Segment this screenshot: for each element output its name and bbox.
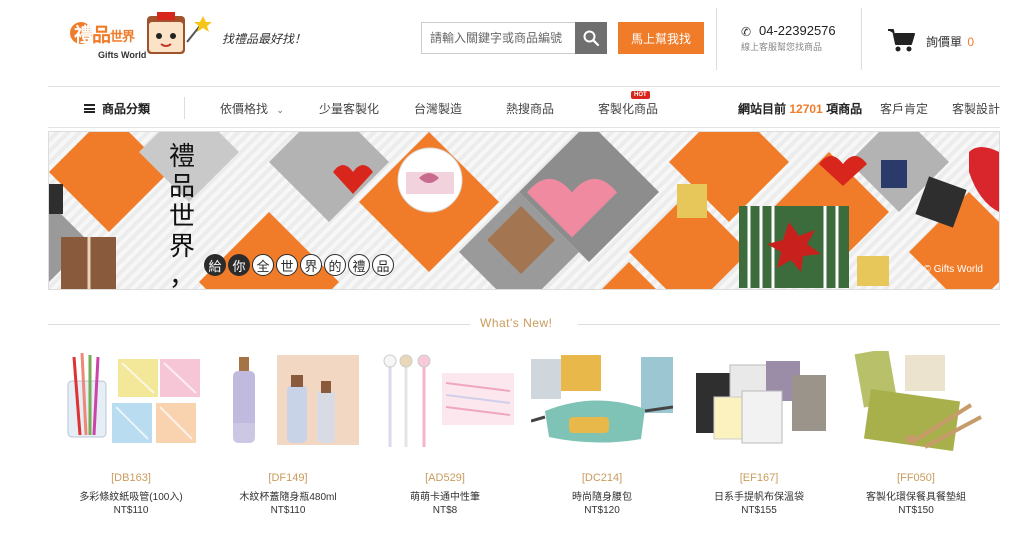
product-card[interactable]: [DF149] 木紋杯蓋隨身瓶480ml NT$110 — [213, 351, 363, 526]
nav-item-taiwan-made[interactable]: 台灣製造 — [414, 100, 462, 117]
nav-category-menu[interactable]: 商品分類 — [84, 100, 150, 117]
product-name[interactable]: 時尚隨身腰包 — [527, 488, 677, 503]
banner-subtitle-char: 禮 — [348, 254, 370, 276]
site-logo[interactable]: 禮品世界 Gifts World — [70, 14, 150, 66]
product-name[interactable]: 客製化環保餐具餐墊組 — [841, 488, 991, 503]
product-card[interactable]: [FF050] 客製化環保餐具餐墊組 NT$150 — [841, 351, 991, 526]
nav-item-hot-search[interactable]: 熱搜商品 — [506, 100, 554, 117]
nav-item-by-price[interactable]: 依價格找 ⌄ — [220, 100, 284, 117]
section-divider — [578, 324, 1000, 325]
banner-title-char: 禮 — [168, 142, 195, 172]
hero-banner[interactable]: 禮 品 世 界 ， 給 你 全 世 界 的 禮 品 © Gifts World — [48, 131, 1000, 290]
menu-icon — [84, 104, 95, 113]
banner-title: 禮 品 世 界 ， — [167, 142, 197, 290]
slogan: 找禮品最好找！ — [222, 32, 307, 46]
nav-item-testimonials[interactable]: 客戶肯定 — [880, 100, 928, 117]
banner-title-char: 世 — [168, 202, 195, 232]
product-code[interactable]: [DF149] — [213, 472, 363, 484]
product-code[interactable]: [FF050] — [841, 472, 991, 484]
banner-subtitle-char: 界 — [300, 254, 322, 276]
product-code[interactable]: [DB163] — [56, 472, 206, 484]
banner-subtitle: 給 你 全 世 界 的 禮 品 — [204, 254, 394, 276]
mascot-illustration — [147, 12, 212, 54]
banner-subtitle-char: 全 — [252, 254, 274, 276]
banner-copyright: © Gifts World — [923, 264, 983, 275]
count-prefix: 網站目前 — [738, 102, 787, 116]
product-image[interactable] — [845, 351, 987, 451]
nav-item-small-custom[interactable]: 少量客製化 — [319, 100, 379, 117]
banner-title-char: 品 — [168, 172, 195, 202]
banner-subtitle-char: 的 — [324, 254, 346, 276]
phone-number[interactable]: 04-22392576 — [759, 23, 836, 38]
product-code[interactable]: [EF167] — [684, 472, 834, 484]
banner-subtitle-char: 給 — [204, 254, 226, 276]
banner-subtitle-char: 世 — [276, 254, 298, 276]
banner-title-char: ， — [168, 262, 195, 290]
logo-text: 禮品世界 — [74, 24, 135, 46]
product-card[interactable]: [AD529] 萌萌卡通中性筆 NT$8 — [370, 351, 520, 526]
nav-item-label: 依價格找 — [220, 102, 269, 116]
header-divider — [716, 8, 717, 70]
product-carousel: [DB163] 多彩條紋紙吸管(100入) NT$110 [DF149] 木紋杯… — [56, 351, 992, 531]
product-card[interactable]: [DC214] 時尚隨身腰包 NT$120 — [527, 351, 677, 526]
phone-icon: ✆ — [741, 25, 752, 39]
product-image[interactable] — [374, 351, 516, 451]
whats-new-title: What's New! — [480, 316, 553, 330]
product-name[interactable]: 木紋杯蓋隨身瓶480ml — [213, 488, 363, 503]
count-number: 12701 — [789, 102, 823, 116]
cart-count: 0 — [967, 35, 975, 49]
main-nav: 商品分類 依價格找 ⌄ 少量客製化 台灣製造 熱搜商品 HOT 客製化商品 網站… — [48, 86, 1000, 128]
cart-icon[interactable] — [887, 27, 915, 53]
product-image[interactable] — [688, 351, 830, 451]
product-price: NT$120 — [584, 505, 620, 516]
product-card[interactable]: [DB163] 多彩條紋紙吸管(100入) NT$110 — [56, 351, 206, 526]
cart-label: 詢價單 — [926, 35, 963, 49]
product-name[interactable]: 多彩條紋紙吸管(100入) — [56, 488, 206, 503]
product-price: NT$150 — [898, 505, 934, 516]
product-price: NT$155 — [741, 505, 777, 516]
product-code[interactable]: [AD529] — [370, 472, 520, 484]
nav-item-customized[interactable]: 客製化商品 — [598, 100, 658, 117]
product-price: NT$110 — [270, 505, 306, 516]
nav-item-custom-design[interactable]: 客製設計 — [952, 100, 1000, 117]
product-image[interactable] — [531, 351, 673, 451]
phone-subtitle: 線上客服幫您找商品 — [741, 42, 823, 52]
hot-badge: HOT — [631, 91, 650, 99]
search-button[interactable] — [575, 22, 607, 54]
banner-subtitle-char: 你 — [228, 254, 250, 276]
product-image[interactable] — [217, 351, 359, 451]
product-name[interactable]: 萌萌卡通中性筆 — [370, 488, 520, 503]
header-divider — [861, 8, 862, 70]
product-image[interactable] — [60, 351, 202, 451]
header: 禮品世界 Gifts World 找禮品最好找！ 馬上幫我找 ✆ 04-2239… — [0, 0, 1024, 86]
logo-subtitle: Gifts World — [98, 50, 147, 60]
section-divider — [48, 324, 470, 325]
product-price: NT$110 — [113, 505, 149, 516]
chevron-down-icon: ⌄ — [276, 105, 284, 115]
count-suffix: 項商品 — [826, 102, 863, 116]
find-for-me-button[interactable]: 馬上幫我找 — [618, 22, 704, 54]
banner-title-char: 界 — [168, 232, 195, 262]
product-price: NT$8 — [432, 505, 458, 516]
search-icon — [583, 30, 599, 46]
nav-divider — [184, 97, 185, 119]
product-card[interactable]: [EF167] 日系手提帆布保溫袋 NT$155 — [684, 351, 834, 526]
product-code[interactable]: [DC214] — [527, 472, 677, 484]
nav-category-label: 商品分類 — [102, 102, 151, 116]
search-input[interactable] — [421, 22, 577, 54]
inquiry-cart-link[interactable]: 詢價單 0 — [926, 33, 974, 50]
site-product-count: 網站目前 12701 項商品 — [738, 100, 862, 117]
product-name[interactable]: 日系手提帆布保溫袋 — [684, 488, 834, 503]
banner-subtitle-char: 品 — [372, 254, 394, 276]
